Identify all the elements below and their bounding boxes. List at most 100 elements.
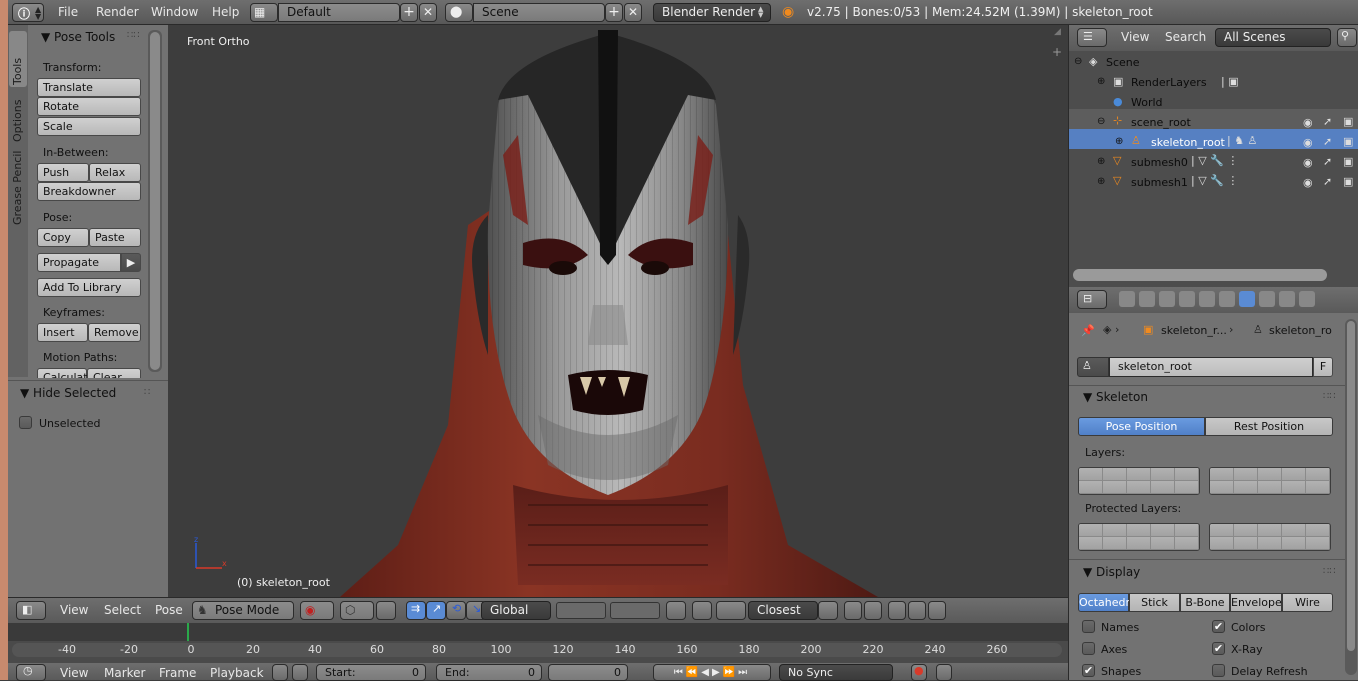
lock-icon[interactable]: [292, 664, 308, 681]
visibility-eye-icon[interactable]: ◉: [1303, 156, 1313, 169]
render-icon[interactable]: [844, 601, 862, 620]
character-model[interactable]: [168, 25, 1068, 597]
fake-user-button[interactable]: F: [1313, 357, 1333, 377]
display-bbone-toggle[interactable]: B-Bone: [1180, 593, 1230, 612]
menu-marker[interactable]: Marker: [104, 666, 145, 680]
bone-layers-1[interactable]: [1078, 467, 1200, 495]
select-arrow-icon[interactable]: ➚: [1323, 115, 1332, 128]
drag-handle-icon[interactable]: ∷∷: [127, 30, 140, 41]
outliner-row-world[interactable]: World: [1131, 96, 1163, 109]
paste-pose-button[interactable]: Paste: [89, 228, 141, 247]
display-mode-dropdown[interactable]: All Scenes: [1215, 28, 1331, 47]
expand-icon[interactable]: ⊕: [1097, 156, 1105, 167]
armature-browse-icon[interactable]: ♙: [1077, 357, 1109, 377]
world-tab-icon[interactable]: [1179, 291, 1195, 307]
menu-render[interactable]: Render: [96, 0, 139, 25]
menu-help[interactable]: Help: [212, 0, 239, 25]
menu-pose[interactable]: Pose: [155, 603, 183, 617]
armature-name-field[interactable]: skeleton_root: [1109, 357, 1313, 377]
add-region-icon[interactable]: +: [1052, 45, 1062, 59]
axes-checkbox[interactable]: [1082, 642, 1095, 655]
select-arrow-icon[interactable]: ➚: [1323, 155, 1332, 168]
expand-icon[interactable]: ⊕: [1097, 176, 1105, 187]
remove-layout-icon[interactable]: ✕: [419, 3, 437, 22]
clock-icon[interactable]: ◷: [16, 664, 46, 681]
collapse-icon[interactable]: ⊖: [1097, 116, 1105, 127]
constraints-tab-icon[interactable]: [1219, 291, 1235, 307]
render-engine-dropdown[interactable]: Blender Render: [653, 3, 771, 22]
bone-layers-2[interactable]: [1209, 467, 1331, 495]
current-frame-field[interactable]: 0: [548, 664, 628, 681]
menu-file[interactable]: File: [58, 0, 78, 25]
record-icon[interactable]: [272, 664, 288, 681]
xray-checkbox[interactable]: ✔: [1212, 642, 1225, 655]
copy-pose-button[interactable]: Copy: [37, 228, 89, 247]
display-envelope-toggle[interactable]: Envelope: [1230, 593, 1282, 612]
editor-type-button[interactable]: ⓘ ▲ ▼: [12, 3, 44, 22]
armature-data-tab-icon[interactable]: [1239, 291, 1255, 307]
menu-window[interactable]: Window: [151, 0, 198, 25]
drag-handle-icon[interactable]: ∷: [144, 387, 150, 398]
render-camera-icon[interactable]: ▣: [1343, 155, 1353, 168]
outliner-row-submesh1[interactable]: submesh1: [1131, 176, 1188, 189]
snap-toggle-icon[interactable]: [716, 601, 746, 620]
tab-grease-pencil[interactable]: Grease Pencil: [11, 151, 24, 225]
calculate-paths-button[interactable]: Calculat: [37, 368, 88, 378]
snap-target-dropdown[interactable]: Closest: [748, 601, 818, 620]
drag-handle-icon[interactable]: ∷∷: [1323, 566, 1336, 577]
render-camera-icon[interactable]: ▣: [1343, 175, 1353, 188]
display-wire-toggle[interactable]: Wire: [1282, 593, 1333, 612]
propagate-button[interactable]: Propagate: [37, 253, 121, 272]
render-layers-tab-icon[interactable]: [1139, 291, 1155, 307]
transform-manipulator-toggle[interactable]: ⇉: [406, 601, 426, 620]
manipulator-icon[interactable]: [376, 601, 396, 620]
lock-camera-icon[interactable]: [666, 601, 686, 620]
display-octahedral-toggle[interactable]: Octahedr: [1078, 593, 1130, 612]
translate-manipulator-icon[interactable]: ↗: [426, 601, 446, 620]
bone-tab-icon[interactable]: [1259, 291, 1275, 307]
add-scene-icon[interactable]: +: [605, 3, 623, 22]
breakdowner-button[interactable]: Breakdowner: [37, 182, 141, 201]
pivot-point-dropdown[interactable]: ⬡: [340, 601, 374, 620]
delay-refresh-checkbox[interactable]: [1212, 664, 1225, 677]
outliner-row-scene-root[interactable]: scene_root: [1131, 116, 1191, 129]
expand-icon[interactable]: ⊕: [1115, 136, 1123, 147]
push-button[interactable]: Push: [37, 163, 89, 182]
remove-keyframe-button[interactable]: Remove: [88, 323, 141, 342]
display-stick-toggle[interactable]: Stick: [1129, 593, 1180, 612]
visibility-eye-icon[interactable]: ◉: [1303, 116, 1313, 129]
skeleton-panel-header[interactable]: ▼ Skeleton: [1083, 390, 1148, 404]
drag-handle-icon[interactable]: ∷∷: [1323, 391, 1336, 402]
render-tab-icon[interactable]: [1119, 291, 1135, 307]
menu-view[interactable]: View: [60, 666, 88, 680]
scene-icon[interactable]: ⬤: [445, 3, 473, 22]
menu-view[interactable]: View: [60, 603, 88, 617]
protected-layers-1[interactable]: [1078, 523, 1200, 551]
protected-layers-2[interactable]: [1209, 523, 1331, 551]
propagate-menu-arrow-icon[interactable]: ▶: [121, 253, 141, 272]
current-frame-indicator[interactable]: [187, 623, 189, 641]
transform-orientation-dropdown[interactable]: Global: [481, 601, 551, 620]
scene-field[interactable]: Scene: [473, 3, 605, 22]
add-layout-icon[interactable]: +: [400, 3, 418, 22]
pose-tools-header[interactable]: ▼ Pose Tools: [41, 30, 115, 44]
render-camera-icon[interactable]: ▣: [1343, 115, 1353, 128]
tool-shelf-scrollbar[interactable]: [148, 30, 162, 372]
screen-layout-field[interactable]: Default: [278, 3, 400, 22]
rotate-button[interactable]: Rotate: [37, 97, 141, 116]
outliner-scrollbar[interactable]: [1073, 269, 1327, 281]
search-icon[interactable]: ⚲: [1337, 28, 1357, 47]
properties-scrollbar[interactable]: [1345, 319, 1357, 675]
select-arrow-icon[interactable]: ➚: [1323, 175, 1332, 188]
rest-position-toggle[interactable]: Rest Position: [1205, 417, 1333, 436]
menu-frame[interactable]: Frame: [159, 666, 196, 680]
clear-paths-button[interactable]: Clear: [87, 368, 141, 378]
hide-selected-header[interactable]: ▼ Hide Selected: [20, 386, 116, 400]
outliner-row-scene[interactable]: Scene: [1106, 56, 1140, 69]
rotate-manipulator-icon[interactable]: ⟲: [446, 601, 466, 620]
auto-keying-icon[interactable]: ●: [911, 664, 927, 681]
names-checkbox[interactable]: [1082, 620, 1095, 633]
scene-tab-icon[interactable]: [1159, 291, 1175, 307]
menu-search[interactable]: Search: [1165, 30, 1206, 44]
add-to-library-button[interactable]: Add To Library: [37, 278, 141, 297]
